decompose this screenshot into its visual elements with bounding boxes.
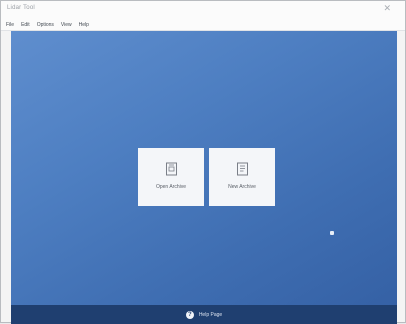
new-archive-tile[interactable]: New Archive: [209, 148, 275, 206]
open-archive-tile[interactable]: Open Archive: [138, 148, 204, 206]
open-archive-label: Open Archive: [155, 184, 187, 190]
menu-bar: File Edit Options View Help: [1, 19, 405, 31]
menu-options[interactable]: Options: [37, 22, 54, 28]
archive-icon: [165, 162, 177, 176]
window-title: Lidar Tool: [7, 5, 35, 11]
app-window: Lidar Tool ✕ File Edit Options View Help…: [0, 0, 406, 324]
menu-edit[interactable]: Edit: [21, 22, 30, 28]
start-workspace: Open Archive New Archive: [11, 31, 397, 305]
menu-view[interactable]: View: [61, 22, 72, 28]
mouse-cursor: [330, 231, 334, 235]
close-icon[interactable]: ✕: [383, 3, 391, 14]
help-icon[interactable]: ?: [185, 310, 194, 319]
menu-file[interactable]: File: [6, 22, 14, 28]
help-footer[interactable]: ? Help Page: [11, 305, 397, 324]
menu-help[interactable]: Help: [79, 22, 89, 28]
help-page-link[interactable]: Help Page: [199, 312, 222, 318]
title-bar: Lidar Tool ✕: [1, 1, 405, 19]
new-archive-label: New Archive: [228, 184, 256, 190]
new-document-icon: [236, 162, 248, 176]
